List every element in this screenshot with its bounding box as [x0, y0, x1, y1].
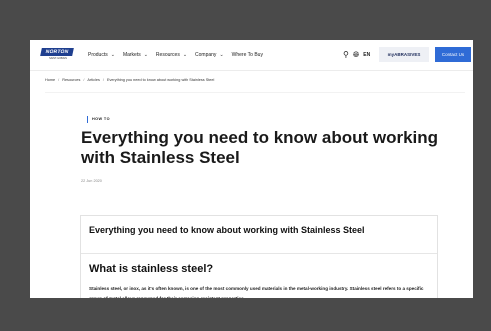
globe-icon[interactable]: 🌐︎: [353, 49, 359, 61]
breadcrumb-resources[interactable]: Resources: [62, 78, 80, 82]
article-tag: HOW TO: [87, 115, 110, 123]
breadcrumb-current: Everything you need to know about workin…: [106, 78, 215, 82]
breadcrumb-home[interactable]: Home: [45, 78, 55, 82]
main-nav: Products ⌄ Markets ⌄ Resources ⌄ Company…: [88, 50, 271, 60]
nav-company[interactable]: Company ⌄: [195, 50, 224, 60]
site-header: NORTON SAINT-GOBAIN Products ⌄ Markets ⌄…: [30, 40, 473, 71]
nav-label: Company: [195, 52, 217, 58]
browser-page: NORTON SAINT-GOBAIN Products ⌄ Markets ⌄…: [30, 40, 473, 298]
language-selector[interactable]: EN: [363, 52, 370, 58]
section-heading: What is stainless steel?: [89, 263, 214, 275]
chevron-down-icon: ⌄: [219, 52, 224, 58]
nav-label: Products: [88, 52, 108, 58]
breadcrumb-separator: /: [83, 78, 85, 82]
nav-label: Markets: [122, 52, 141, 58]
breadcrumb-articles[interactable]: Articles: [87, 78, 99, 82]
logo-subtext: SAINT-GOBAIN: [49, 57, 67, 60]
breadcrumb-separator: /: [102, 78, 104, 82]
breadcrumb-separator: /: [58, 78, 60, 82]
page-title: Everything you need to know about workin…: [81, 128, 439, 167]
tag-accent-bar: [87, 115, 88, 123]
nav-resources[interactable]: Resources ⌄: [156, 50, 187, 60]
tag-label: HOW TO: [92, 117, 110, 121]
nav-label: Resources: [155, 52, 180, 58]
norton-logo[interactable]: NORTON SAINT-GOBAIN: [40, 48, 74, 62]
toc-title[interactable]: Everything you need to know about workin…: [89, 224, 429, 236]
nav-label: Where To Buy: [231, 52, 263, 58]
nav-markets[interactable]: Markets ⌄: [123, 50, 148, 60]
chevron-down-icon: ⌄: [110, 52, 115, 58]
logo-badge: NORTON: [40, 48, 74, 56]
nav-products[interactable]: Products ⌄: [88, 50, 115, 60]
search-icon[interactable]: ⚲: [343, 49, 349, 61]
my-abrasives-button[interactable]: myABRASIVES: [379, 47, 429, 62]
contact-us-button[interactable]: Contact Us: [435, 47, 471, 62]
publish-date: 22 Jun 2020: [81, 179, 102, 183]
chevron-down-icon: ⌄: [182, 52, 188, 58]
chevron-down-icon: ⌄: [143, 52, 148, 58]
section-paragraph: Stainless steel, or inox, as it's often …: [89, 286, 424, 298]
divider: [45, 92, 465, 93]
table-of-contents: Everything you need to know about workin…: [80, 215, 438, 298]
breadcrumb: Home / Resources / Articles / Everything you n…: [45, 78, 214, 82]
divider: [81, 253, 437, 254]
header-tools: ⚲ 🌐︎ EN: [343, 49, 370, 61]
nav-where-to-buy[interactable]: Where To Buy: [232, 50, 263, 60]
